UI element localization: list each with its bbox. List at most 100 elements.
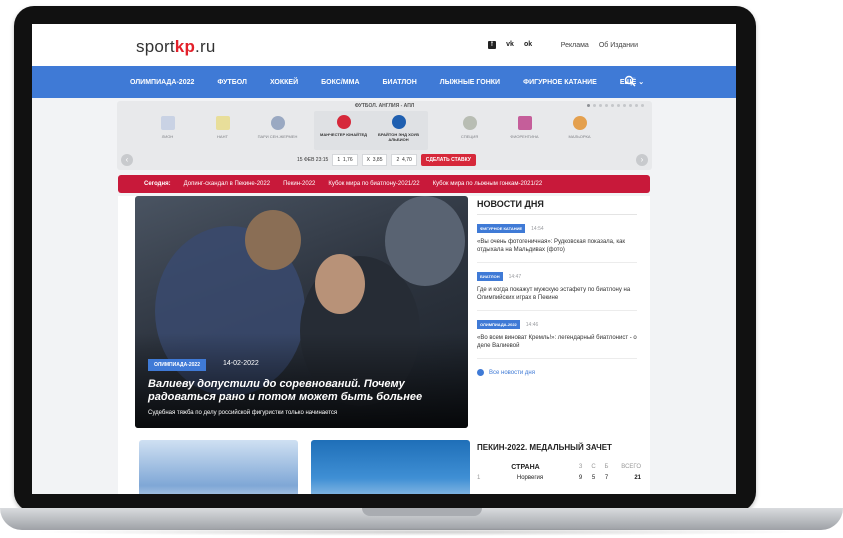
team-spezia[interactable]: СПЕЦИЯ (447, 111, 492, 147)
team-label: МАЛЬОРКА (568, 134, 591, 139)
hero-date: 14-02-2022 (223, 360, 259, 367)
team-nantes[interactable]: НАНТ (200, 111, 245, 147)
match-home: МАНЧЕСТЕР ЮНАЙТЕД (316, 113, 371, 137)
hero-article[interactable]: ОЛИМПИАДА-2022 14-02-2022 Валиеву допуст… (135, 196, 468, 428)
team-label: ФИОРЕНТИНА (510, 134, 539, 139)
col-total: ВСЕГО (621, 464, 641, 470)
odd-2[interactable]: 2 4,70 (391, 154, 417, 166)
main-content: ОЛИМПИАДА-2022 14-02-2022 Валиеву допуст… (118, 196, 650, 494)
team-lyon[interactable]: ЛИОН (145, 111, 190, 147)
site-logo[interactable]: sportkp.ru (136, 37, 216, 57)
news-badge[interactable]: БИАТЛОН (477, 272, 503, 281)
article-thumb-1[interactable] (139, 440, 298, 494)
row-gold: 9 (578, 475, 583, 481)
nav-item-skiing[interactable]: ЛЫЖНЫЕ ГОНКИ (440, 79, 500, 86)
nav-item-football[interactable]: ФУТБОЛ (217, 79, 247, 86)
logo-prefix: sport (136, 37, 175, 56)
hero-head-right (315, 254, 365, 314)
featured-match[interactable]: МАНЧЕСТЕР ЮНАЙТЕД БРАЙТОН ЭНД ХОУВ АЛЬБИ… (314, 111, 428, 150)
news-time: 14:47 (508, 273, 522, 280)
odd-value: 4,70 (402, 157, 412, 163)
team-label: СПЕЦИЯ (460, 134, 479, 139)
hero-title[interactable]: Валиеву допустили до соревнований. Почем… (148, 378, 448, 404)
news-item[interactable]: ОЛИМПИАДА-2022 14:46 «Во всем виноват Кре… (477, 311, 637, 359)
news-of-day: НОВОСТИ ДНЯ ФИГУРНОЕ КАТАНИЕ 14:54 «Вы оч… (477, 199, 637, 376)
nav-item-olympics[interactable]: ОЛИМПИАДА-2022 (130, 79, 194, 86)
place-bet-button[interactable]: СДЕЛАТЬ СТАВКУ (420, 154, 476, 166)
laptop-mockup: sportkp.ru f vk ok Реклама Об Издании ОЛ… (0, 0, 843, 538)
odd-label: 2 (396, 157, 400, 163)
odd-label: 1 (337, 157, 341, 163)
nav-item-hockey[interactable]: ХОККЕЙ (270, 79, 298, 86)
odd-x[interactable]: X 3,85 (361, 154, 388, 166)
news-badge[interactable]: ФИГУРНОЕ КАТАНИЕ (477, 224, 526, 233)
odd-value: 3,85 (372, 157, 383, 163)
news-time: 14:46 (525, 321, 539, 328)
ticker-link[interactable]: Допинг-скандал в Пекине-2022 (184, 181, 270, 187)
hero-head-left (245, 210, 301, 270)
col-country: СТРАНА (511, 464, 540, 471)
row-total: 21 (634, 475, 641, 481)
prev-arrow-icon[interactable]: ‹ (121, 154, 133, 166)
nav-item-boxing[interactable]: БОКС/ММА (321, 79, 359, 86)
vk-icon[interactable]: vk (506, 41, 514, 49)
col-gold: З (578, 464, 583, 470)
ok-icon[interactable]: ok (524, 41, 532, 49)
team-label: ПАРИ СЕН-ЖЕРМЕН (257, 134, 298, 139)
team-mallorca[interactable]: МАЛЬОРКА (557, 111, 602, 147)
all-news-link[interactable]: Все новости дня (477, 369, 637, 376)
facebook-icon[interactable]: f (488, 41, 496, 49)
news-text[interactable]: «Во всем виноват Кремль!»: легендарный б… (477, 334, 637, 350)
laptop-notch (362, 508, 482, 516)
teams-row-left: ЛИОН НАНТ ПАРИ СЕН-ЖЕРМЕН (145, 111, 310, 147)
news-badge[interactable]: ОЛИМПИАДА-2022 (477, 320, 520, 329)
col-bronze: Б (604, 464, 609, 470)
header-links: Реклама Об Издании (561, 42, 638, 49)
carousel-dots[interactable] (587, 104, 644, 107)
scores-strip: ФУТБОЛ. АНГЛИЯ - АПЛ ЛИОН НАНТ ПАРИ СЕН-… (117, 101, 652, 170)
match-away-label: БРАЙТОН ЭНД ХОУВ АЛЬБИОН (377, 132, 420, 142)
hero-subtitle: Судебная тяжба по делу российской фигури… (148, 410, 338, 416)
site-header: sportkp.ru f vk ok Реклама Об Издании (32, 24, 736, 66)
search-icon[interactable] (624, 75, 636, 87)
about-link[interactable]: Об Издании (599, 42, 638, 49)
hero-bg-person (385, 196, 465, 286)
ticker-link[interactable]: Кубок мира по лыжным гонкам-2021/22 (433, 181, 543, 187)
hero-tag[interactable]: ОЛИМПИАДА-2022 (148, 359, 206, 371)
row-silver: 5 (591, 475, 596, 481)
team-psg[interactable]: ПАРИ СЕН-ЖЕРМЕН (255, 111, 300, 147)
table-row[interactable]: 1 Норвегия 9 5 7 21 (477, 475, 641, 481)
odd-1[interactable]: 1 1,76 (332, 154, 358, 166)
team-label: НАНТ (217, 134, 228, 139)
nav-item-biathlon[interactable]: БИАТЛОН (383, 79, 417, 86)
all-news-label: Все новости дня (489, 369, 535, 376)
news-text[interactable]: «Вы очень фотогеничная»: Рудковская пока… (477, 238, 637, 254)
nav-item-figure-skating[interactable]: ФИГУРНОЕ КАТАНИЕ (523, 79, 597, 86)
laptop-shadow (30, 528, 813, 536)
article-thumb-2[interactable] (311, 440, 470, 494)
medal-title: ПЕКИН-2022. МЕДАЛЬНЫЙ ЗАЧЕТ (477, 443, 612, 452)
next-arrow-icon[interactable]: › (636, 154, 648, 166)
today-ticker: Сегодня: Допинг-скандал в Пекине-2022 Пе… (118, 175, 650, 193)
match-datetime: 15 ФЕВ 23:15 (297, 157, 329, 163)
main-nav: ОЛИМПИАДА-2022 ФУТБОЛ ХОККЕЙ БОКС/ММА БИ… (32, 66, 736, 98)
teams-row-right: СПЕЦИЯ ФИОРЕНТИНА МАЛЬОРКА (447, 111, 612, 147)
ticker-link[interactable]: Кубок мира по биатлону-2021/22 (328, 181, 419, 187)
ticker-lead: Сегодня: (144, 181, 171, 187)
match-away: БРАЙТОН ЭНД ХОУВ АЛЬБИОН (371, 113, 426, 142)
row-country: Норвегия (516, 475, 544, 481)
logo-suffix: .ru (195, 37, 216, 56)
news-item[interactable]: ФИГУРНОЕ КАТАНИЕ 14:54 «Вы очень фотогени… (477, 215, 637, 263)
col-silver: С (591, 464, 596, 470)
news-text[interactable]: Где и когда покажут мужскую эстафету по … (477, 286, 637, 302)
news-item[interactable]: БИАТЛОН 14:47 Где и когда покажут мужскую… (477, 263, 637, 311)
ads-link[interactable]: Реклама (561, 42, 589, 49)
medal-table: ПЕКИН-2022. МЕДАЛЬНЫЙ ЗАЧЕТ СТРАНА З С Б… (477, 443, 641, 481)
team-fiorentina[interactable]: ФИОРЕНТИНА (502, 111, 547, 147)
row-rank: 1 (477, 475, 481, 481)
screen: sportkp.ru f vk ok Реклама Об Издании ОЛ… (32, 24, 736, 494)
odd-label: X (366, 157, 370, 163)
social-links: f vk ok (488, 41, 532, 49)
news-time: 14:54 (531, 225, 544, 232)
ticker-link[interactable]: Пекин-2022 (283, 181, 315, 187)
